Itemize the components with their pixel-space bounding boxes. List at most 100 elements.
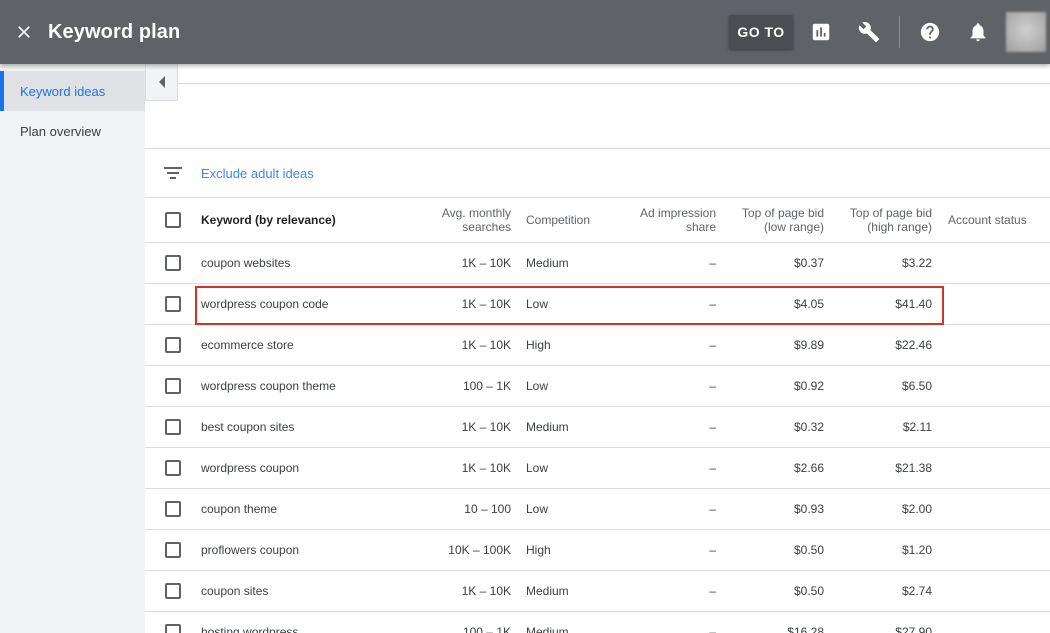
bid-high-cell: $1.20: [824, 529, 932, 571]
table-row[interactable]: wordpress coupon code 1K – 10K Low – $4.05 $4…: [145, 283, 1050, 325]
ad-impression-share-cell: –: [611, 488, 716, 530]
notifications-icon: [970, 23, 986, 42]
ad-impression-share-cell: –: [611, 447, 716, 489]
top-app-bar: Keyword plan GO TO: [0, 0, 1050, 64]
competition-cell: Low: [511, 447, 611, 489]
filter-button[interactable]: [145, 149, 201, 197]
row-checkbox[interactable]: [165, 336, 181, 353]
avg-monthly-searches-cell: 1K – 10K: [411, 324, 511, 366]
table-row[interactable]: ecommerce store 1K – 10K High – $9.89 $22.46: [145, 324, 1050, 366]
account-status-cell: [932, 529, 1050, 571]
competition-cell: High: [511, 324, 611, 366]
competition-cell: Low: [511, 283, 611, 325]
tools-button[interactable]: [849, 0, 889, 64]
keyword-cell: coupon sites: [201, 570, 411, 612]
select-all-checkbox[interactable]: [165, 211, 181, 228]
account-status-cell: [932, 611, 1050, 633]
table-row[interactable]: coupon sites 1K – 10K Medium – $0.50 $2.74: [145, 570, 1050, 612]
chevron-left-icon: [158, 76, 165, 88]
table-row[interactable]: wordpress coupon theme 100 – 1K Low – $0.92 $…: [145, 365, 1050, 407]
competition-cell: Medium: [511, 242, 611, 284]
row-checkbox[interactable]: [165, 254, 181, 271]
divider: [178, 83, 1050, 84]
avg-monthly-searches-cell: 10 – 100: [411, 488, 511, 530]
avg-monthly-searches-cell: 1K – 10K: [411, 447, 511, 489]
row-checkbox[interactable]: [165, 500, 181, 517]
exclude-adult-ideas-link[interactable]: Exclude adult ideas: [201, 166, 314, 181]
tools-icon: [858, 22, 880, 43]
reports-button[interactable]: [801, 0, 841, 64]
competition-cell: Medium: [511, 611, 611, 633]
toolbar-divider: [899, 16, 900, 48]
keyword-cell: wordpress coupon theme: [201, 365, 411, 407]
avg-monthly-searches-cell: 100 – 1K: [411, 365, 511, 407]
row-checkbox[interactable]: [165, 541, 181, 558]
column-header-competition[interactable]: Competition: [511, 198, 611, 243]
close-button[interactable]: [0, 0, 48, 64]
help-button[interactable]: [910, 0, 950, 64]
account-status-cell: [932, 488, 1050, 530]
keyword-cell: proflowers coupon: [201, 529, 411, 571]
keyword-cell: coupon websites: [201, 242, 411, 284]
collapse-sidebar-button[interactable]: [145, 64, 178, 101]
column-header-account-status[interactable]: Account status: [932, 198, 1050, 243]
row-checkbox[interactable]: [165, 295, 181, 312]
row-checkbox[interactable]: [165, 377, 181, 394]
avg-monthly-searches-cell: 1K – 10K: [411, 242, 511, 284]
bid-low-cell: $0.37: [716, 242, 824, 284]
close-icon: [18, 26, 30, 38]
bid-high-cell: $22.46: [824, 324, 932, 366]
sidebar-item-plan-overview[interactable]: Plan overview: [0, 111, 145, 151]
account-status-cell: [932, 406, 1050, 448]
competition-cell: Medium: [511, 570, 611, 612]
keyword-ideas-table: Keyword (by relevance) Avg. monthly searc…: [145, 198, 1050, 633]
table-header-row: Keyword (by relevance) Avg. monthly searc…: [145, 198, 1050, 243]
bid-high-cell: $3.22: [824, 242, 932, 284]
avg-monthly-searches-cell: 10K – 100K: [411, 529, 511, 571]
avg-monthly-searches-cell: 1K – 10K: [411, 283, 511, 325]
table-row[interactable]: wordpress coupon 1K – 10K Low – $2.66 $21.38: [145, 447, 1050, 489]
table-row[interactable]: best coupon sites 1K – 10K Medium – $0.32 $2.…: [145, 406, 1050, 448]
table-row[interactable]: proflowers coupon 10K – 100K High – $0.50 $1.…: [145, 529, 1050, 571]
goto-button[interactable]: GO TO: [729, 15, 793, 49]
row-checkbox[interactable]: [165, 582, 181, 599]
ad-impression-share-cell: –: [611, 283, 716, 325]
keyword-cell: coupon theme: [201, 488, 411, 530]
keyword-cell: wordpress coupon code: [201, 283, 411, 325]
column-header-bid-high[interactable]: Top of page bid (high range): [824, 198, 932, 243]
column-header-ad-impression-share[interactable]: Ad impression share: [611, 198, 716, 243]
row-checkbox[interactable]: [165, 418, 181, 435]
bid-low-cell: $0.92: [716, 365, 824, 407]
bid-low-cell: $9.89: [716, 324, 824, 366]
avatar[interactable]: [1006, 12, 1046, 52]
table-row[interactable]: coupon websites 1K – 10K Medium – $0.37 $3.22: [145, 242, 1050, 284]
avg-monthly-searches-cell: 1K – 10K: [411, 406, 511, 448]
avg-monthly-searches-cell: 100 – 1K: [411, 611, 511, 633]
row-checkbox[interactable]: [165, 459, 181, 476]
bid-low-cell: $2.66: [716, 447, 824, 489]
bid-high-cell: $2.00: [824, 488, 932, 530]
keyword-cell: hosting wordpress: [201, 611, 411, 633]
ad-impression-share-cell: –: [611, 570, 716, 612]
main-content: Exclude adult ideas Keyword (by relevanc…: [145, 64, 1050, 633]
competition-cell: High: [511, 529, 611, 571]
bid-low-cell: $0.32: [716, 406, 824, 448]
account-status-cell: [932, 324, 1050, 366]
table-row[interactable]: coupon theme 10 – 100 Low – $0.93 $2.00: [145, 488, 1050, 530]
reports-icon: [812, 23, 830, 41]
column-header-bid-low[interactable]: Top of page bid (low range): [716, 198, 824, 243]
table-row[interactable]: hosting wordpress 100 – 1K Medium – $16.28 $2…: [145, 611, 1050, 633]
help-icon: [920, 22, 940, 42]
sidebar-item-keyword-ideas[interactable]: Keyword ideas: [0, 71, 145, 111]
bid-low-cell: $4.05: [716, 283, 824, 325]
ad-impression-share-cell: –: [611, 611, 716, 633]
column-header-avg-monthly-searches[interactable]: Avg. monthly searches: [411, 198, 511, 243]
row-checkbox[interactable]: [165, 623, 181, 633]
bid-low-cell: $0.50: [716, 529, 824, 571]
notifications-button[interactable]: [958, 0, 998, 64]
ad-impression-share-cell: –: [611, 242, 716, 284]
bid-high-cell: $2.11: [824, 406, 932, 448]
filter-icon: [164, 167, 182, 179]
account-status-cell: [932, 570, 1050, 612]
column-header-keyword[interactable]: Keyword (by relevance): [201, 198, 411, 243]
